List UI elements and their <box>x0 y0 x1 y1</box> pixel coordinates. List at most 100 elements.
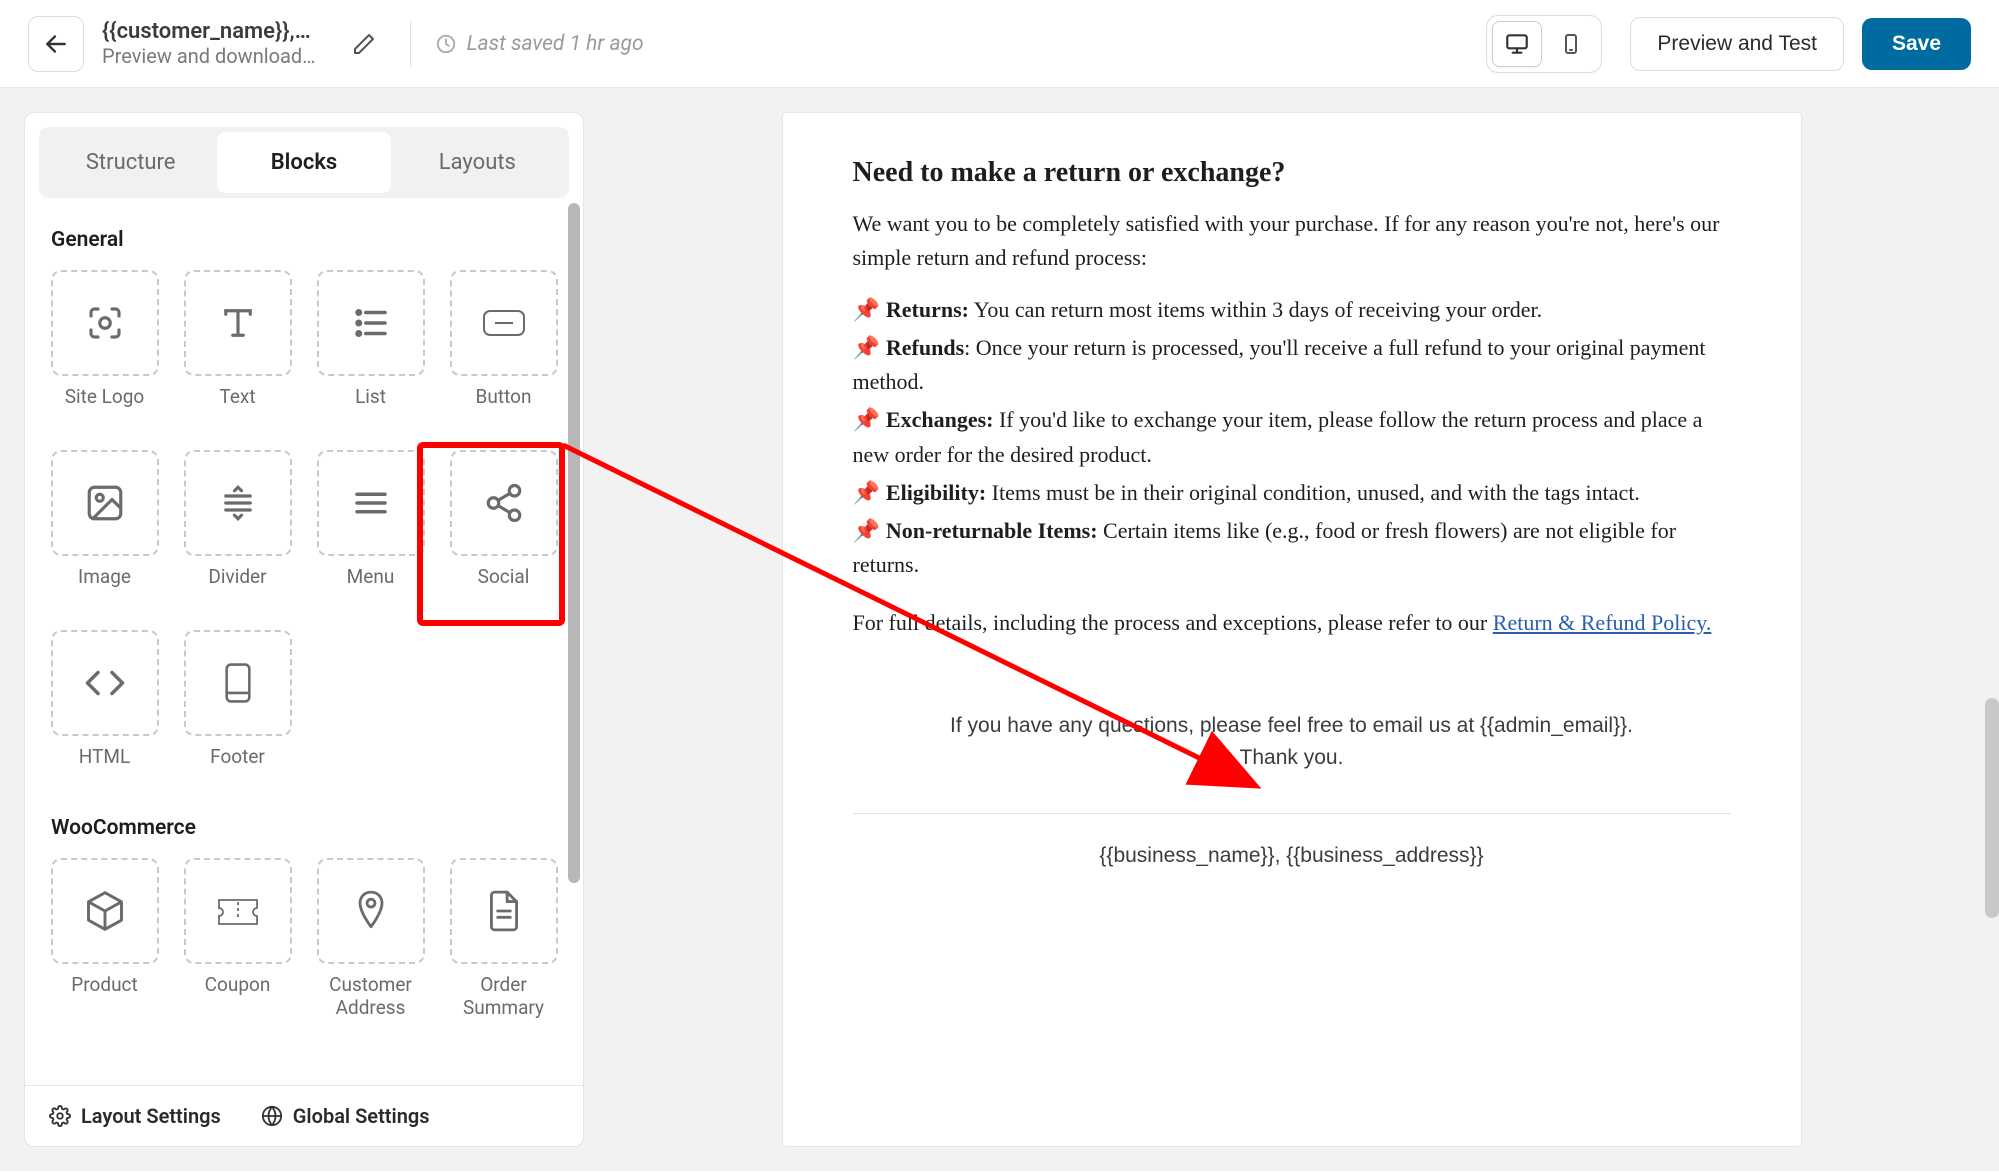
business-line: {{business_name}}, {{business_address}} <box>853 844 1731 868</box>
vertical-divider <box>410 21 411 67</box>
pin-icon: 📌 <box>853 518 880 543</box>
block-menu[interactable]: Menu <box>313 450 428 612</box>
block-order-summary[interactable]: Order Summary <box>446 858 561 1020</box>
tab-layouts[interactable]: Layouts <box>391 132 564 193</box>
block-label: Footer <box>210 746 265 792</box>
topbar: {{customer_name}},… Preview and download… <box>0 0 1999 88</box>
block-label: Product <box>71 974 137 1020</box>
block-label: Coupon <box>205 974 271 1020</box>
block-label: Social <box>478 566 530 612</box>
page-title: {{customer_name}},… <box>102 19 316 44</box>
block-customer-address[interactable]: Customer Address <box>313 858 428 1020</box>
details-paragraph: For full details, including the process … <box>853 606 1731 640</box>
image-icon <box>51 450 159 556</box>
text-icon <box>184 270 292 376</box>
block-label: Menu <box>347 566 395 612</box>
policy-item: 📌Non-returnable Items: Certain items lik… <box>853 514 1731 582</box>
block-label: Site Logo <box>65 386 144 432</box>
customer-address-icon <box>317 858 425 964</box>
policy-list: 📌Returns: You can return most items with… <box>853 293 1731 582</box>
sidebar: Structure Blocks Layouts General Site Lo… <box>24 112 584 1147</box>
last-saved: Last saved 1 hr ago <box>435 32 644 56</box>
block-social[interactable]: Social <box>446 450 561 612</box>
gear-icon <box>49 1105 71 1127</box>
section-general: General <box>51 228 561 252</box>
block-label: Text <box>219 386 255 432</box>
block-product[interactable]: Product <box>47 858 162 1020</box>
page-subtitle: Preview and download… <box>102 44 316 68</box>
block-list[interactable]: List <box>313 270 428 432</box>
block-button[interactable]: Button <box>446 270 561 432</box>
global-settings-label: Global Settings <box>293 1104 430 1128</box>
order-summary-icon <box>450 858 558 964</box>
details-prefix: For full details, including the process … <box>853 610 1493 635</box>
email-canvas[interactable]: Need to make a return or exchange? We wa… <box>782 112 1802 1147</box>
footer-text: If you have any questions, please feel f… <box>853 710 1731 773</box>
global-settings-button[interactable]: Global Settings <box>261 1104 430 1128</box>
preview-test-button[interactable]: Preview and Test <box>1630 17 1844 71</box>
block-label: Button <box>476 386 532 432</box>
button-icon <box>450 270 558 376</box>
html-icon <box>51 630 159 736</box>
block-divider[interactable]: Divider <box>180 450 295 612</box>
block-label: HTML <box>79 746 130 792</box>
arrow-left-icon <box>43 31 69 57</box>
device-toggle <box>1486 15 1602 73</box>
clock-icon <box>435 33 457 55</box>
general-blocks-grid: Site Logo Text List Button Image Divider Menu S… <box>47 270 561 792</box>
desktop-view-button[interactable] <box>1492 21 1542 67</box>
site-logo-icon <box>51 270 159 376</box>
block-label: List <box>355 386 386 432</box>
block-label: Image <box>78 566 131 612</box>
block-footer[interactable]: Footer <box>180 630 295 792</box>
layout-settings-label: Layout Settings <box>81 1104 221 1128</box>
canvas-wrap: Need to make a return or exchange? We wa… <box>608 112 1975 1147</box>
pencil-icon <box>352 32 376 56</box>
canvas-divider <box>853 813 1731 814</box>
policy-item: 📌Eligibility: Items must be in their ori… <box>853 476 1731 510</box>
woo-blocks-grid: Product Coupon Customer Address Order Summa… <box>47 858 561 1020</box>
coupon-icon <box>184 858 292 964</box>
sidebar-scrollbar[interactable] <box>565 203 583 1074</box>
sidebar-footer: Layout Settings Global Settings <box>25 1085 583 1146</box>
tab-blocks[interactable]: Blocks <box>217 132 390 193</box>
footer-icon <box>184 630 292 736</box>
save-button[interactable]: Save <box>1862 18 1971 70</box>
social-icon <box>450 450 558 556</box>
return-policy-link[interactable]: Return & Refund Policy. <box>1493 610 1712 635</box>
mobile-view-button[interactable] <box>1546 21 1596 67</box>
last-saved-text: Last saved 1 hr ago <box>467 32 644 56</box>
pin-icon: 📌 <box>853 335 880 360</box>
divider-icon <box>184 450 292 556</box>
block-html[interactable]: HTML <box>47 630 162 792</box>
mobile-icon <box>1559 32 1583 56</box>
pin-icon: 📌 <box>853 297 880 322</box>
policy-item: 📌Exchanges: If you'd like to exchange yo… <box>853 403 1731 471</box>
list-icon <box>317 270 425 376</box>
sidebar-tabs: Structure Blocks Layouts <box>39 127 569 198</box>
block-label: Divider <box>208 566 266 612</box>
policy-item: 📌Refunds: Once your return is processed,… <box>853 331 1731 399</box>
email-intro: We want you to be completely satisfied w… <box>853 207 1731 275</box>
tab-structure[interactable]: Structure <box>44 132 217 193</box>
globe-icon <box>261 1105 283 1127</box>
back-button[interactable] <box>28 16 84 72</box>
layout-settings-button[interactable]: Layout Settings <box>49 1104 221 1128</box>
section-woocommerce: WooCommerce <box>51 816 561 840</box>
desktop-icon <box>1504 31 1530 57</box>
rename-button[interactable] <box>342 22 386 66</box>
block-label: Customer Address <box>313 974 428 1020</box>
block-text[interactable]: Text <box>180 270 295 432</box>
block-image[interactable]: Image <box>47 450 162 612</box>
policy-item: 📌Returns: You can return most items with… <box>853 293 1731 327</box>
menu-icon <box>317 450 425 556</box>
main: Structure Blocks Layouts General Site Lo… <box>0 88 1999 1171</box>
footer-thanks: Thank you. <box>1240 746 1344 769</box>
block-coupon[interactable]: Coupon <box>180 858 295 1020</box>
pin-icon: 📌 <box>853 407 880 432</box>
page-scrollbar[interactable] <box>1981 88 1999 1171</box>
sidebar-scroll[interactable]: General Site Logo Text List Button Image Divi… <box>25 212 583 1085</box>
footer-question: If you have any questions, please feel f… <box>950 714 1633 737</box>
product-icon <box>51 858 159 964</box>
block-site-logo[interactable]: Site Logo <box>47 270 162 432</box>
